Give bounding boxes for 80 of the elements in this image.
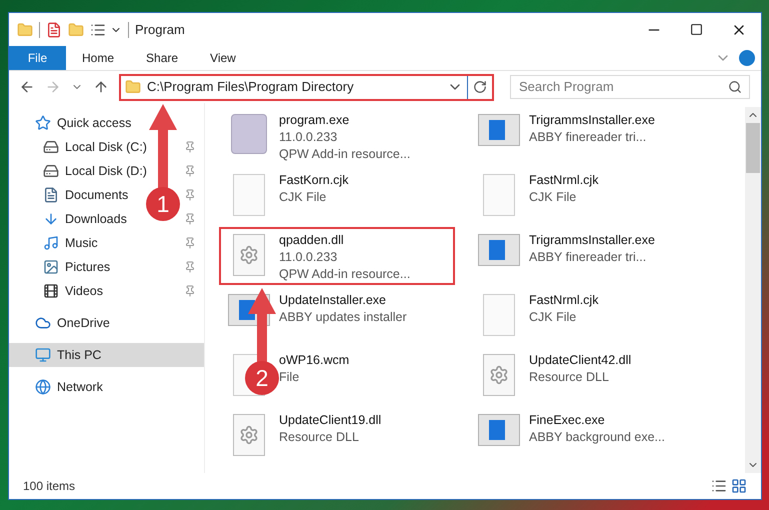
help-icon[interactable]	[739, 50, 755, 66]
file-detail: CJK File	[529, 309, 578, 326]
sidebar-item[interactable]: Music	[43, 234, 98, 252]
file-detail: ABBY finereader tri...	[529, 249, 648, 266]
application-icon	[231, 114, 267, 154]
search-icon	[728, 80, 742, 94]
sidebar-item[interactable]: OneDrive	[35, 314, 110, 332]
view-icon	[90, 22, 106, 38]
file-detail: CJK File	[279, 189, 328, 206]
sidebar-item[interactable]: Quick access	[35, 114, 132, 132]
maximize-icon[interactable]	[690, 23, 703, 36]
cloud-icon	[35, 315, 51, 331]
ribbon-tab[interactable]: Share	[130, 46, 194, 70]
pc-icon	[35, 347, 51, 363]
search-field[interactable]: Search Program	[510, 74, 750, 99]
star-icon	[35, 115, 51, 131]
sidebar-item[interactable]: Videos	[43, 282, 103, 300]
scroll-thumb[interactable]	[746, 123, 760, 173]
address-bar[interactable]: C:\Program Files\Program Directory	[119, 74, 494, 100]
sidebar-item[interactable]: Pictures	[43, 258, 110, 276]
sidebar-item[interactable]: Local Disk (D:)	[43, 162, 147, 180]
file-name[interactable]: FastKorn.cjk	[279, 172, 348, 189]
up-icon[interactable]	[93, 79, 109, 95]
new-folder-icon	[68, 22, 84, 38]
folder-icon	[125, 79, 141, 95]
ribbon-tab[interactable]: File	[9, 46, 66, 70]
file-detail: 11.0.0.233	[279, 129, 338, 146]
sidebar-item[interactable]: Documents	[43, 186, 128, 204]
file-detail: ABBY updates installer	[279, 309, 407, 326]
window-icon	[478, 114, 520, 146]
window-icon	[478, 414, 520, 446]
scrollbar[interactable]	[745, 107, 761, 473]
file-name[interactable]: FastNrml.cjk	[529, 292, 598, 309]
file-detail: CJK File	[529, 189, 578, 206]
large-icons-view-icon[interactable]	[731, 478, 747, 494]
sidebar-item[interactable]: Downloads	[43, 210, 127, 228]
file-name[interactable]: UpdateClient19.dll	[279, 412, 382, 429]
file-name[interactable]: UpdateClient42.dll	[529, 352, 632, 369]
file-detail: ABBY background exe...	[529, 429, 665, 446]
disk-c-icon	[43, 139, 59, 155]
item-count: 100 items	[23, 478, 76, 495]
file-detail: Resource DLL	[279, 429, 360, 446]
file-detail: File	[279, 369, 300, 386]
gear-file-icon	[483, 354, 515, 396]
blank-file-icon	[483, 174, 515, 216]
file-detail: 11.0.0.233	[279, 249, 338, 266]
refresh-icon[interactable]	[473, 80, 487, 94]
gear-file-icon	[233, 414, 265, 456]
blank-file-icon	[483, 294, 515, 336]
sidebar-item[interactable]: Network	[35, 378, 103, 396]
file-detail: QPW Add-in resource...	[279, 266, 410, 283]
back-icon[interactable]	[19, 79, 35, 95]
file-name[interactable]: oWP16.wcm	[279, 352, 350, 369]
music-icon	[43, 235, 59, 251]
network-icon	[35, 379, 51, 395]
file-name[interactable]: FineExec.exe	[529, 412, 665, 429]
file-name[interactable]: FastNrml.cjk	[529, 172, 598, 189]
window-title: Program	[135, 20, 186, 39]
file-name[interactable]: UpdateInstaller.exe	[279, 292, 407, 309]
properties-icon	[46, 22, 62, 38]
picture-icon	[43, 259, 59, 275]
file-name[interactable]: program.exe	[279, 112, 410, 129]
blank-file-icon	[233, 174, 265, 216]
ribbon-tab[interactable]: View	[194, 46, 252, 70]
file-detail: QPW Add-in resource...	[279, 146, 410, 163]
gear-file-icon	[233, 234, 265, 276]
ribbon-tab[interactable]: Home	[66, 46, 130, 70]
sidebar-item[interactable]: This PC	[35, 346, 102, 364]
folder-icon	[17, 22, 33, 38]
file-name[interactable]: TrigrammsInstaller.exe	[529, 232, 655, 249]
file-name[interactable]: TrigrammsInstaller.exe	[529, 112, 655, 129]
video-icon	[43, 283, 59, 299]
doc-icon	[43, 187, 59, 203]
file-name[interactable]: qpadden.dll	[279, 232, 410, 249]
download-icon	[43, 211, 59, 227]
details-view-icon[interactable]	[711, 478, 727, 494]
file-detail: ABBY finereader tri...	[529, 129, 648, 146]
window-icon	[478, 234, 520, 266]
sidebar-item[interactable]: Local Disk (C:)	[43, 138, 147, 156]
file-detail: Resource DLL	[529, 369, 610, 386]
